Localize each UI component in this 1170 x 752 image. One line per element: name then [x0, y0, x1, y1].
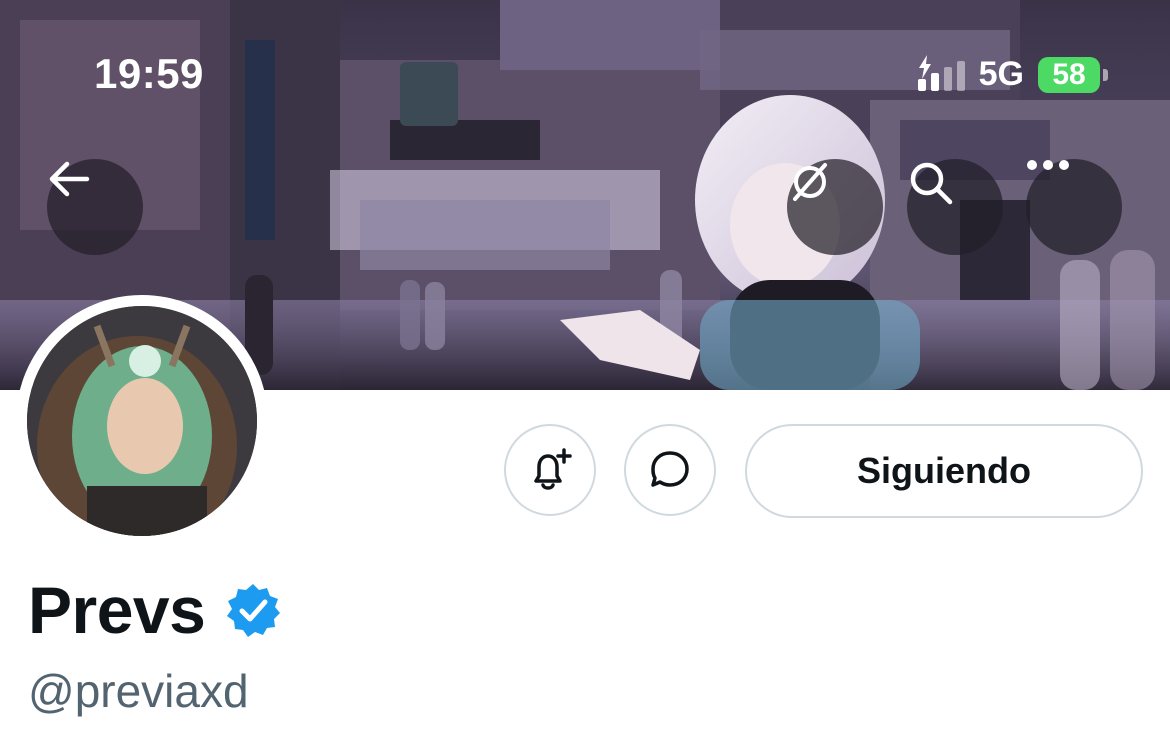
verified-badge-icon[interactable] [225, 582, 281, 638]
display-name: Prevs [28, 573, 206, 647]
profile-avatar[interactable] [16, 295, 268, 547]
grok-slash-icon [793, 163, 827, 201]
avatar-image [27, 306, 257, 536]
message-button[interactable] [624, 424, 716, 516]
back-button[interactable] [47, 159, 143, 255]
status-time: 19:59 [94, 50, 204, 97]
following-button[interactable]: Siguiendo [745, 424, 1143, 518]
message-bubble-icon [651, 451, 689, 487]
battery-icon: 58 [918, 55, 1108, 93]
search-button[interactable] [907, 159, 1003, 255]
bell-plus-icon [534, 448, 572, 490]
charging-bolt-icon [918, 55, 931, 79]
search-icon [910, 162, 953, 205]
notifications-button[interactable] [504, 424, 596, 516]
battery-level: 58 [1052, 57, 1086, 91]
network-type: 5G [978, 55, 1024, 93]
profile-name-row: Prevs [28, 572, 281, 648]
more-horizontal-icon [1027, 160, 1069, 170]
profile-handle: @previaxd [28, 665, 249, 717]
more-button[interactable] [1026, 159, 1122, 255]
arrow-left-icon [49, 161, 90, 197]
following-button-label: Siguiendo [857, 450, 1031, 491]
grok-button[interactable] [787, 159, 883, 255]
status-indicators: 5G 58 [917, 55, 1108, 94]
